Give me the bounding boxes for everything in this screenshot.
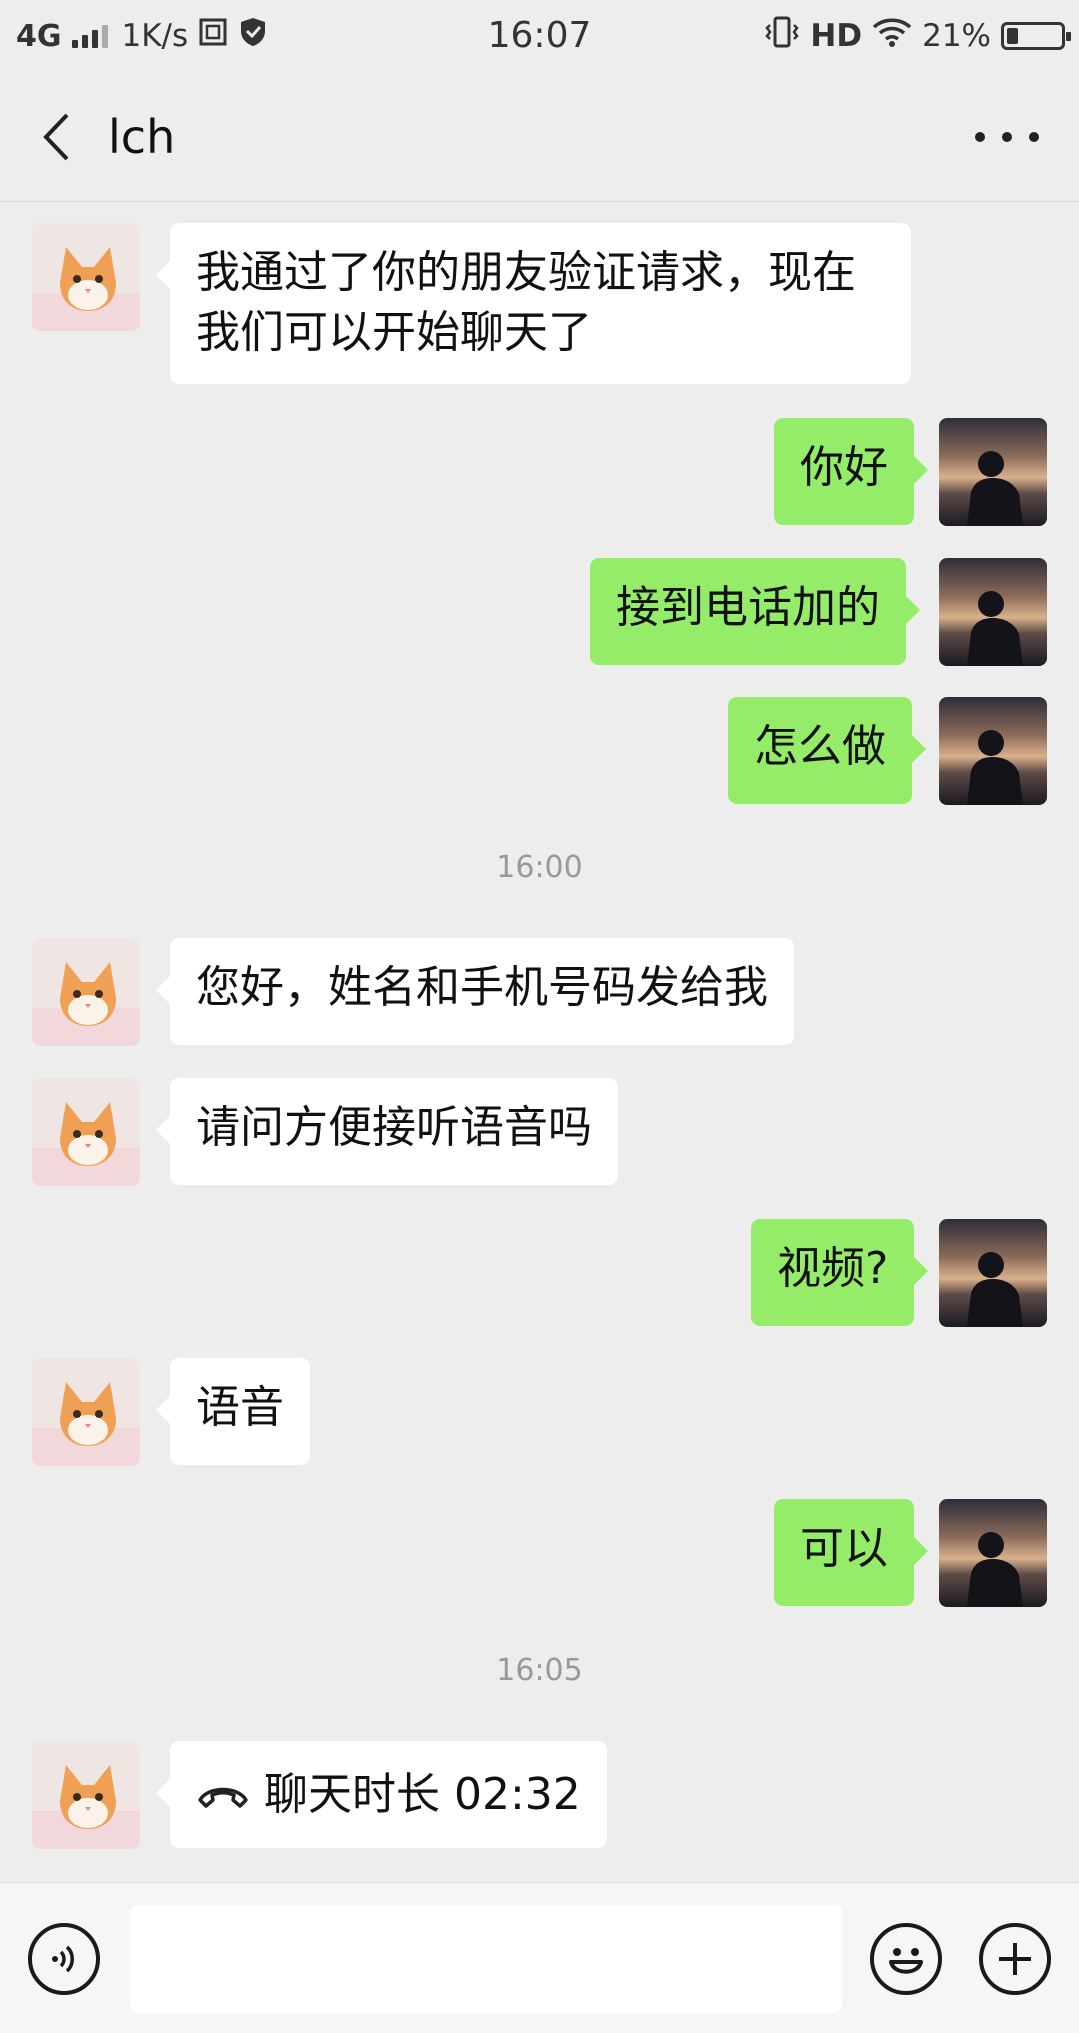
- message-received[interactable]: 请问方便接听语音吗: [156, 1078, 618, 1185]
- hd-label: HD: [810, 18, 863, 54]
- battery-level: [1007, 28, 1018, 44]
- chat-title: lch: [108, 110, 176, 164]
- message-text: 接到电话加的: [616, 582, 880, 633]
- chat-header: lch: [0, 72, 1079, 202]
- contact-avatar[interactable]: [32, 1078, 140, 1186]
- message-input[interactable]: [130, 1905, 842, 2013]
- contact-avatar[interactable]: [32, 938, 140, 1046]
- message-text: 我通过了你的朋友验证请求，现在: [196, 247, 856, 298]
- battery-percent: 21%: [922, 18, 991, 54]
- message-text: 怎么做: [754, 721, 886, 772]
- message-sent[interactable]: 怎么做: [728, 697, 926, 804]
- timestamp: 16:05: [496, 1653, 583, 1688]
- my-avatar[interactable]: [939, 697, 1047, 805]
- message-received[interactable]: 您好，姓名和手机号码发给我: [156, 938, 794, 1045]
- vibrate-icon: [764, 15, 800, 57]
- message-text: 您好，姓名和手机号码发给我: [196, 962, 768, 1013]
- message-text: 可以: [800, 1523, 888, 1574]
- message-sent[interactable]: 你好: [774, 418, 928, 525]
- my-avatar[interactable]: [939, 1499, 1047, 1607]
- message-text: 聊天时长 02:32: [264, 1768, 581, 1820]
- input-bar: [0, 1882, 1079, 2033]
- message-text: 视频?: [777, 1243, 889, 1294]
- message-text: 语音: [196, 1382, 284, 1433]
- message-received[interactable]: 我通过了你的朋友验证请求，现在 我们可以开始聊天了: [156, 223, 911, 384]
- phone-hangup-icon: [196, 1780, 250, 1810]
- message-text: 你好: [800, 442, 888, 493]
- voice-icon[interactable]: [28, 1923, 100, 1995]
- battery-icon: [1001, 22, 1071, 50]
- message-sent[interactable]: 接到电话加的: [590, 558, 920, 665]
- contact-avatar[interactable]: [32, 1741, 140, 1849]
- more-dots-icon[interactable]: [975, 112, 1039, 162]
- my-avatar[interactable]: [939, 1219, 1047, 1327]
- status-right: HD 21%: [764, 12, 1071, 60]
- message-sent[interactable]: 可以: [774, 1499, 928, 1606]
- my-avatar[interactable]: [939, 418, 1047, 526]
- my-avatar[interactable]: [939, 558, 1047, 666]
- plus-icon[interactable]: [979, 1923, 1051, 1995]
- call-record-bubble[interactable]: 聊天时长 02:32: [156, 1741, 607, 1848]
- contact-avatar[interactable]: [32, 1358, 140, 1466]
- message-text: 我们可以开始聊天了: [196, 307, 592, 358]
- wifi-icon: [872, 16, 912, 56]
- message-received[interactable]: 语音: [156, 1358, 310, 1465]
- status-bar: 4G 1K/s 16:07 HD 21%: [0, 0, 1079, 72]
- message-sent[interactable]: 视频?: [751, 1219, 929, 1326]
- chevron-left-icon[interactable]: [28, 109, 84, 165]
- contact-avatar[interactable]: [32, 223, 140, 331]
- emoji-icon[interactable]: [870, 1923, 942, 1995]
- timestamp: 16:00: [496, 850, 583, 885]
- message-text: 请问方便接听语音吗: [196, 1102, 592, 1153]
